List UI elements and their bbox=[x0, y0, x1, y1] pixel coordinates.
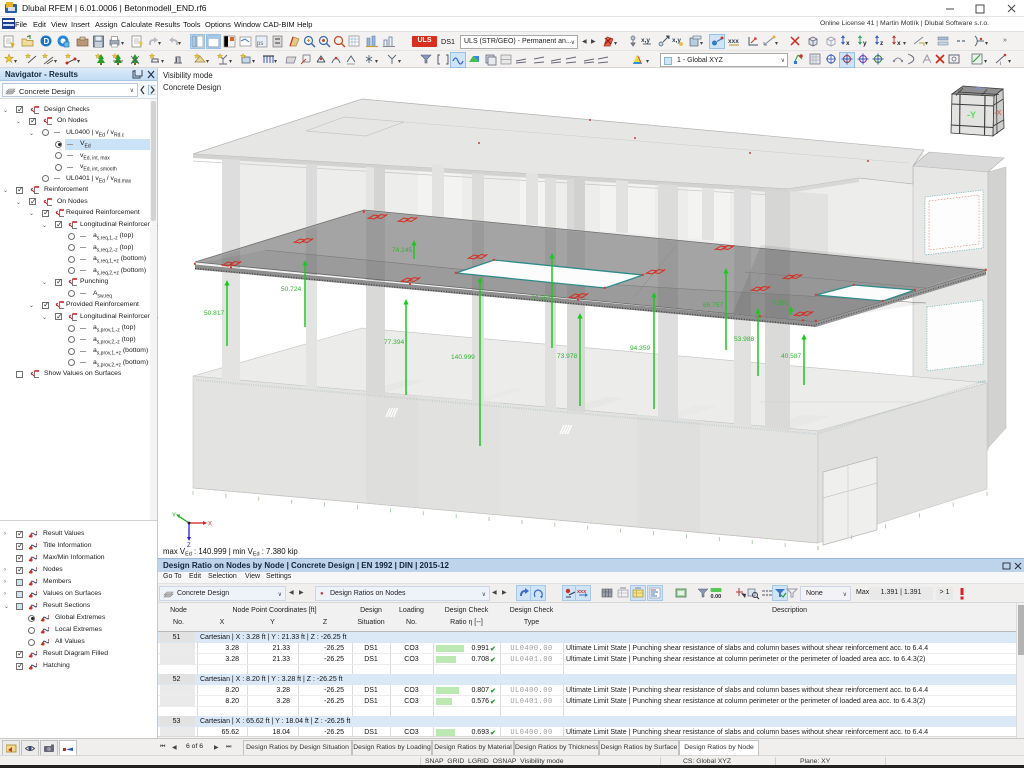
svg-text:7.380: 7.380 bbox=[772, 300, 789, 307]
svg-text:-X: -X bbox=[994, 108, 1002, 117]
svg-text:Z: Z bbox=[187, 543, 191, 549]
svg-text:77.394: 77.394 bbox=[384, 339, 405, 346]
svg-text:x: x bbox=[897, 40, 901, 47]
svg-text:0.00: 0.00 bbox=[711, 594, 722, 600]
svg-text:Concrete Design: Concrete Design bbox=[163, 83, 221, 92]
svg-text:74.145: 74.145 bbox=[392, 247, 413, 254]
svg-text:140.999: 140.999 bbox=[451, 354, 475, 361]
svg-text:50.724: 50.724 bbox=[281, 286, 302, 293]
svg-text:94.359: 94.359 bbox=[630, 345, 651, 352]
svg-text:Y: Y bbox=[172, 513, 176, 519]
svg-text:z: z bbox=[880, 40, 884, 47]
svg-text:II: II bbox=[176, 58, 179, 64]
svg-text:D: D bbox=[44, 37, 50, 46]
svg-text:40.587: 40.587 bbox=[781, 353, 802, 360]
svg-text:65.757: 65.757 bbox=[703, 302, 724, 309]
svg-text:-Y: -Y bbox=[967, 110, 976, 120]
svg-text:72.357: 72.357 bbox=[531, 295, 552, 302]
svg-text:50.817: 50.817 bbox=[204, 310, 225, 317]
svg-text:xxx: xxx bbox=[728, 38, 739, 45]
svg-text:ps: ps bbox=[257, 41, 263, 47]
svg-text:53.988: 53.988 bbox=[734, 336, 755, 343]
svg-text:Visibility mode: Visibility mode bbox=[163, 71, 213, 80]
svg-text:x: x bbox=[846, 40, 850, 47]
svg-text:max VEd : 140.999 | min VEd :: max VEd : 140.999 | min VEd : 7.380 kip bbox=[163, 547, 298, 558]
svg-text:X: X bbox=[208, 522, 212, 528]
svg-text:y: y bbox=[863, 40, 867, 47]
svg-text:i: i bbox=[1000, 61, 1001, 66]
svg-text:x,y: x,y bbox=[641, 37, 650, 44]
svg-text:73.978: 73.978 bbox=[557, 353, 578, 360]
